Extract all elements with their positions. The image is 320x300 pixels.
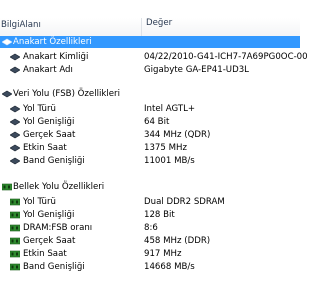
list-item[interactable]: Gerçek Saat 344 MHz (QDR) xyxy=(0,129,300,141)
bus-icon xyxy=(10,144,20,152)
motherboard-icon xyxy=(10,53,20,61)
field-value: 458 MHz (DDR) xyxy=(144,236,211,246)
field-label: Gerçek Saat xyxy=(23,130,76,140)
field-label: DRAM:FSB oranı xyxy=(23,223,93,233)
field-label: Anakart Adı xyxy=(23,65,73,75)
list-item[interactable]: DRAM:FSB oranı 8:6 xyxy=(0,222,300,234)
field-label: Band Genişliği xyxy=(23,156,85,166)
field-label: Yol Türü xyxy=(23,104,56,114)
memory-module-icon xyxy=(10,263,20,271)
field-value: 11001 MB/s xyxy=(144,156,195,166)
field-value: Dual DDR2 SDRAM xyxy=(144,197,225,207)
list-item[interactable]: Yol Türü Intel AGTL+ xyxy=(0,103,300,115)
list-item[interactable]: Gerçek Saat 458 MHz (DDR) xyxy=(0,235,300,247)
memory-module-icon xyxy=(10,224,20,232)
memory-module-icon xyxy=(10,237,20,245)
field-value: 04/22/2010-G41-ICH7-7A69PG0OC-00 xyxy=(144,52,308,62)
column-header: BilgiAlanı Değer xyxy=(0,18,300,38)
section-title: Bellek Yolu Özellikleri xyxy=(13,182,105,192)
list-item[interactable]: Yol Türü Dual DDR2 SDRAM xyxy=(0,196,300,208)
memory-module-icon xyxy=(2,183,12,191)
device-info-panel: BilgiAlanı Değer Anakart Özellikleri Ana… xyxy=(0,0,308,300)
field-label: Etkin Saat xyxy=(23,143,67,153)
field-label: Yol Genişliği xyxy=(23,210,75,220)
list-item[interactable]: Yol Genişliği 128 Bit xyxy=(0,209,300,221)
field-label: Etkin Saat xyxy=(23,249,67,259)
list-item[interactable]: Etkin Saat 1375 MHz xyxy=(0,142,300,154)
section-title: Veri Yolu (FSB) Özellikleri xyxy=(13,89,120,99)
field-label: Yol Türü xyxy=(23,197,56,207)
list-item[interactable]: Anakart Adı Gigabyte GA-EP41-UD3L xyxy=(0,64,300,76)
section-header-memory[interactable]: Bellek Yolu Özellikleri xyxy=(0,181,300,193)
memory-module-icon xyxy=(10,198,20,206)
bus-icon xyxy=(10,118,20,126)
motherboard-icon xyxy=(2,38,12,46)
field-value: Gigabyte GA-EP41-UD3L xyxy=(144,65,249,75)
field-value: 1375 MHz xyxy=(144,143,187,153)
section-header-fsb[interactable]: Veri Yolu (FSB) Özellikleri xyxy=(0,88,300,100)
field-value: Intel AGTL+ xyxy=(144,104,196,114)
field-value: 14668 MB/s xyxy=(144,262,195,272)
section-header-motherboard[interactable]: Anakart Özellikleri xyxy=(0,36,300,48)
field-value: 344 MHz (QDR) xyxy=(144,130,211,140)
motherboard-icon xyxy=(10,66,20,74)
field-label: Anakart Kimliği xyxy=(23,52,89,62)
list-item[interactable]: Band Genişliği 11001 MB/s xyxy=(0,155,300,167)
field-value: 8:6 xyxy=(144,223,158,233)
memory-module-icon xyxy=(10,211,20,219)
list-item[interactable]: Yol Genişliği 64 Bit xyxy=(0,116,300,128)
bus-icon xyxy=(10,131,20,139)
list-item[interactable]: Band Genişliği 14668 MB/s xyxy=(0,261,300,273)
field-value: 128 Bit xyxy=(144,210,175,220)
field-label: Band Genişliği xyxy=(23,262,85,272)
section-title: Anakart Özellikleri xyxy=(13,37,92,47)
bus-icon xyxy=(10,105,20,113)
field-label: Gerçek Saat xyxy=(23,236,76,246)
field-label: Yol Genişliği xyxy=(23,117,75,127)
column-header-field[interactable]: BilgiAlanı xyxy=(1,20,41,30)
field-value: 64 Bit xyxy=(144,117,170,127)
field-value: 917 MHz xyxy=(144,249,182,259)
bus-icon xyxy=(2,90,12,98)
bus-icon xyxy=(10,157,20,165)
column-separator[interactable] xyxy=(141,18,142,37)
list-item[interactable]: Anakart Kimliği 04/22/2010-G41-ICH7-7A69… xyxy=(0,51,308,63)
column-header-value[interactable]: Değer xyxy=(146,18,172,28)
list-item[interactable]: Etkin Saat 917 MHz xyxy=(0,248,300,260)
memory-module-icon xyxy=(10,250,20,258)
